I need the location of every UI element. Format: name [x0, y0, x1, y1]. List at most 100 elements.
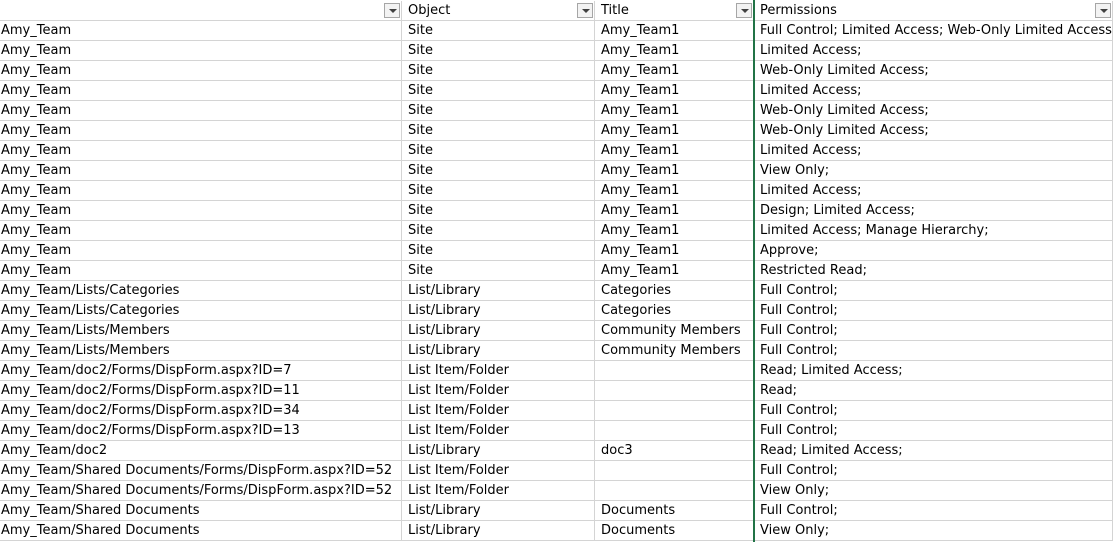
cell-object[interactable]: Site	[402, 101, 595, 121]
cell-url[interactable]: Amy_Team	[0, 161, 402, 181]
cell-url[interactable]: Amy_Team/Lists/Categories	[0, 281, 402, 301]
cell-permissions[interactable]: Design; Limited Access;	[754, 201, 1113, 221]
cell-url[interactable]: Amy_Team	[0, 141, 402, 161]
filter-dropdown-icon[interactable]	[384, 3, 400, 18]
cell-url[interactable]: Amy_Team/doc2/Forms/DispForm.aspx?ID=11	[0, 381, 402, 401]
cell-url[interactable]: Amy_Team/Lists/Categories	[0, 301, 402, 321]
filter-dropdown-icon[interactable]	[736, 3, 752, 18]
cell-url[interactable]: Amy_Team	[0, 41, 402, 61]
cell-url[interactable]: Amy_Team	[0, 81, 402, 101]
cell-object[interactable]: List/Library	[402, 501, 595, 521]
cell-url[interactable]: Amy_Team	[0, 121, 402, 141]
cell-title[interactable]: Amy_Team1	[595, 21, 754, 41]
cell-permissions[interactable]: Limited Access;	[754, 41, 1113, 61]
cell-title[interactable]: Amy_Team1	[595, 261, 754, 281]
cell-url[interactable]: Amy_Team	[0, 261, 402, 281]
cell-permissions[interactable]: Full Control;	[754, 461, 1113, 481]
cell-permissions[interactable]: Web-Only Limited Access;	[754, 121, 1113, 141]
cell-title[interactable]: Amy_Team1	[595, 61, 754, 81]
cell-object[interactable]: Site	[402, 21, 595, 41]
cell-url[interactable]: Amy_Team/Lists/Members	[0, 341, 402, 361]
cell-url[interactable]: Amy_Team	[0, 181, 402, 201]
cell-permissions[interactable]: Full Control;	[754, 321, 1113, 341]
cell-title[interactable]: Community Members	[595, 341, 754, 361]
cell-title[interactable]: Amy_Team1	[595, 161, 754, 181]
cell-url[interactable]: Amy_Team	[0, 61, 402, 81]
cell-title[interactable]: Categories	[595, 301, 754, 321]
cell-object[interactable]: List Item/Folder	[402, 461, 595, 481]
cell-permissions[interactable]: View Only;	[754, 481, 1113, 501]
cell-title[interactable]	[595, 481, 754, 501]
cell-title[interactable]	[595, 461, 754, 481]
cell-title[interactable]	[595, 361, 754, 381]
cell-title[interactable]: Community Members	[595, 321, 754, 341]
cell-url[interactable]: Amy_Team/doc2/Forms/DispForm.aspx?ID=34	[0, 401, 402, 421]
cell-permissions[interactable]: Limited Access;	[754, 81, 1113, 101]
cell-title[interactable]	[595, 401, 754, 421]
cell-object[interactable]: Site	[402, 221, 595, 241]
cell-permissions[interactable]: Approve;	[754, 241, 1113, 261]
cell-object[interactable]: List/Library	[402, 341, 595, 361]
cell-object[interactable]: Site	[402, 81, 595, 101]
cell-url[interactable]: Amy_Team	[0, 21, 402, 41]
cell-title[interactable]: Amy_Team1	[595, 41, 754, 61]
cell-permissions[interactable]: Full Control;	[754, 501, 1113, 521]
cell-object[interactable]: List Item/Folder	[402, 381, 595, 401]
cell-title[interactable]: Amy_Team1	[595, 241, 754, 261]
cell-title[interactable]: Documents	[595, 521, 754, 541]
cell-object[interactable]: List Item/Folder	[402, 421, 595, 441]
cell-object[interactable]: Site	[402, 241, 595, 261]
cell-title[interactable]: Amy_Team1	[595, 221, 754, 241]
cell-url[interactable]: Amy_Team/doc2/Forms/DispForm.aspx?ID=7	[0, 361, 402, 381]
cell-object[interactable]: List Item/Folder	[402, 481, 595, 501]
cell-object[interactable]: List Item/Folder	[402, 401, 595, 421]
cell-permissions[interactable]: Web-Only Limited Access;	[754, 101, 1113, 121]
cell-url[interactable]: Amy_Team/doc2	[0, 441, 402, 461]
cell-object[interactable]: List/Library	[402, 521, 595, 541]
cell-url[interactable]: Amy_Team	[0, 101, 402, 121]
cell-object[interactable]: Site	[402, 161, 595, 181]
header-cell-object[interactable]: Object	[402, 1, 595, 21]
cell-url[interactable]: Amy_Team	[0, 201, 402, 221]
cell-object[interactable]: Site	[402, 201, 595, 221]
cell-title[interactable]: Amy_Team1	[595, 201, 754, 221]
cell-title[interactable]: Amy_Team1	[595, 141, 754, 161]
cell-url[interactable]: Amy_Team	[0, 241, 402, 261]
cell-permissions[interactable]: Full Control;	[754, 281, 1113, 301]
cell-url[interactable]: Amy_Team	[0, 221, 402, 241]
cell-title[interactable]: Amy_Team1	[595, 121, 754, 141]
cell-title[interactable]: doc3	[595, 441, 754, 461]
cell-permissions[interactable]: Limited Access; Manage Hierarchy;	[754, 221, 1113, 241]
cell-permissions[interactable]: Read;	[754, 381, 1113, 401]
cell-object[interactable]: List/Library	[402, 281, 595, 301]
header-cell-title[interactable]: Title	[595, 1, 754, 21]
filter-dropdown-icon[interactable]	[1095, 3, 1111, 18]
cell-object[interactable]: Site	[402, 61, 595, 81]
cell-permissions[interactable]: Restricted Read;	[754, 261, 1113, 281]
cell-url[interactable]: Amy_Team/Shared Documents	[0, 521, 402, 541]
cell-title[interactable]: Categories	[595, 281, 754, 301]
cell-url[interactable]: Amy_Team/Lists/Members	[0, 321, 402, 341]
cell-url[interactable]: Amy_Team/doc2/Forms/DispForm.aspx?ID=13	[0, 421, 402, 441]
cell-permissions[interactable]: View Only;	[754, 161, 1113, 181]
cell-object[interactable]: List/Library	[402, 321, 595, 341]
cell-title[interactable]: Amy_Team1	[595, 101, 754, 121]
header-cell-permissions[interactable]: Permissions	[754, 1, 1113, 21]
cell-object[interactable]: Site	[402, 121, 595, 141]
cell-object[interactable]: List/Library	[402, 301, 595, 321]
cell-title[interactable]: Amy_Team1	[595, 81, 754, 101]
cell-permissions[interactable]: Read; Limited Access;	[754, 361, 1113, 381]
cell-url[interactable]: Amy_Team/Shared Documents/Forms/DispForm…	[0, 481, 402, 501]
cell-permissions[interactable]: Web-Only Limited Access;	[754, 61, 1113, 81]
cell-object[interactable]: Site	[402, 141, 595, 161]
cell-object[interactable]: Site	[402, 261, 595, 281]
cell-permissions[interactable]: Limited Access;	[754, 141, 1113, 161]
cell-title[interactable]	[595, 381, 754, 401]
cell-url[interactable]: Amy_Team/Shared Documents	[0, 501, 402, 521]
cell-url[interactable]: Amy_Team/Shared Documents/Forms/DispForm…	[0, 461, 402, 481]
cell-title[interactable]	[595, 421, 754, 441]
cell-object[interactable]: Site	[402, 181, 595, 201]
cell-permissions[interactable]: Full Control;	[754, 341, 1113, 361]
cell-title[interactable]: Amy_Team1	[595, 181, 754, 201]
cell-permissions[interactable]: Read; Limited Access;	[754, 441, 1113, 461]
